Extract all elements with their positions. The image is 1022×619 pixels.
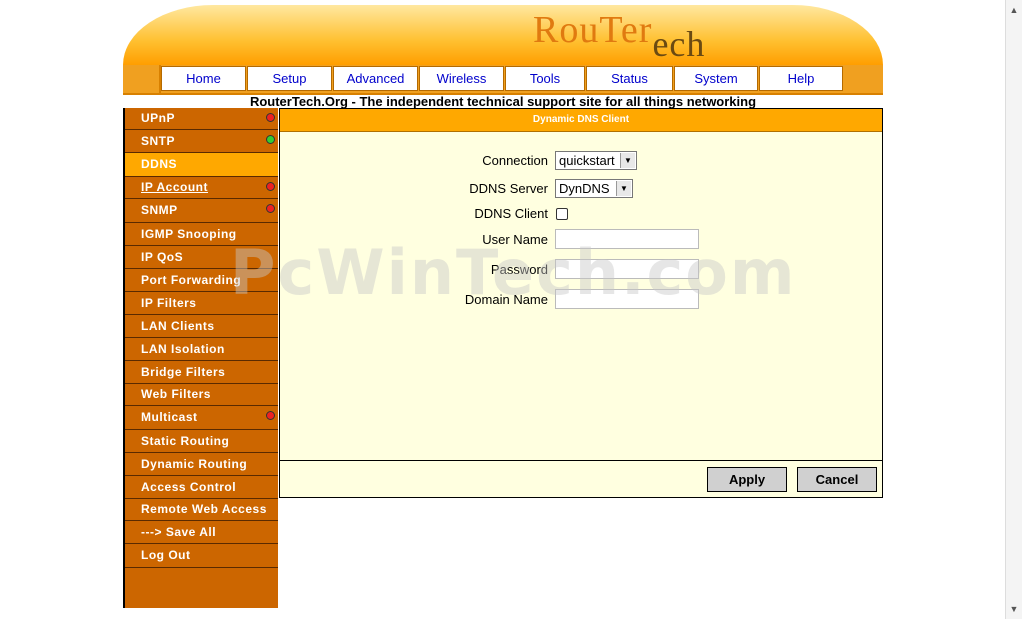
ddns-server-select[interactable]: DynDNS ▼ (555, 179, 633, 198)
sidebar-item-label: Access Control (141, 480, 237, 494)
apply-button[interactable]: Apply (707, 467, 787, 492)
sidebar-item-label: Remote Web Access (141, 502, 267, 516)
header-banner: RouTerech (123, 5, 883, 65)
sidebar-item-static-routing[interactable]: Static Routing (125, 430, 278, 453)
sidebar-item-label: IP Filters (141, 296, 197, 310)
sidebar: UPnP SNTP DDNS IP Account SNMP IGMP Snooping I… (123, 108, 278, 608)
sidebar-item-port-forwarding[interactable]: Port Forwarding (125, 269, 278, 292)
cancel-button[interactable]: Cancel (797, 467, 877, 492)
routertech-logo: RouTerech (533, 9, 705, 62)
logo-text-ech: ech (652, 24, 706, 64)
password-field[interactable] (555, 259, 699, 279)
green-status-dot-icon (266, 135, 275, 144)
sidebar-item-ddns[interactable]: DDNS (125, 153, 278, 177)
panel-title: Dynamic DNS Client (280, 109, 882, 132)
sidebar-item-label: UPnP (141, 111, 176, 125)
sidebar-item-lan-isolation[interactable]: LAN Isolation (125, 338, 278, 361)
sidebar-item-remote-web-access[interactable]: Remote Web Access (125, 499, 278, 521)
sidebar-item-sntp[interactable]: SNTP (125, 130, 278, 153)
tab-status[interactable]: Status (586, 66, 673, 91)
sidebar-item-label: IP QoS (141, 250, 184, 264)
tab-setup[interactable]: Setup (247, 66, 332, 91)
logo-text-ter: Ter (599, 9, 653, 51)
sidebar-item-label: Bridge Filters (141, 365, 226, 379)
sidebar-item-dynamic-routing[interactable]: Dynamic Routing (125, 453, 278, 476)
domain-name-label: Domain Name (464, 292, 548, 307)
sidebar-item-ip-filters[interactable]: IP Filters (125, 292, 278, 315)
sidebar-item-ip-account[interactable]: IP Account (125, 177, 278, 199)
ddns-client-label: DDNS Client (474, 206, 548, 221)
sidebar-item-label: Port Forwarding (141, 273, 242, 287)
sidebar-item-access-control[interactable]: Access Control (125, 476, 278, 499)
sidebar-item-label: DDNS (141, 157, 178, 171)
vertical-scrollbar[interactable]: ▲ ▼ (1005, 0, 1022, 619)
sidebar-item-label: Multicast (141, 410, 198, 424)
sidebar-item-save-all[interactable]: ---> Save All (125, 521, 278, 544)
sidebar-item-upnp[interactable]: UPnP (125, 108, 278, 130)
username-field[interactable] (555, 229, 699, 249)
ddns-server-label: DDNS Server (469, 181, 548, 196)
red-status-dot-icon (266, 204, 275, 213)
sidebar-item-label: Dynamic Routing (141, 457, 248, 471)
sidebar-item-label: IP Account (141, 180, 209, 194)
sidebar-item-label: Static Routing (141, 434, 230, 448)
sidebar-item-label: LAN Isolation (141, 342, 225, 356)
ddns-panel: Dynamic DNS Client Connection quickstart… (279, 108, 883, 498)
tab-home[interactable]: Home (161, 66, 246, 91)
sidebar-item-label: ---> Save All (141, 525, 217, 539)
tab-advanced[interactable]: Advanced (333, 66, 418, 91)
sidebar-item-snmp[interactable]: SNMP (125, 199, 278, 223)
sidebar-item-label: IGMP Snooping (141, 227, 237, 241)
scroll-down-icon[interactable]: ▼ (1008, 602, 1020, 616)
logo-text-rou: Rou (533, 9, 600, 51)
ddns-client-checkbox[interactable] (556, 208, 568, 220)
red-status-dot-icon (266, 182, 275, 191)
sidebar-item-igmp-snooping[interactable]: IGMP Snooping (125, 223, 278, 246)
sidebar-item-label: Web Filters (141, 387, 211, 401)
connection-select-value: quickstart (559, 153, 615, 168)
sidebar-item-label: SNMP (141, 203, 178, 217)
sidebar-item-ip-qos[interactable]: IP QoS (125, 246, 278, 269)
sidebar-item-label: Log Out (141, 548, 191, 562)
connection-label: Connection (482, 153, 548, 168)
sidebar-item-multicast[interactable]: Multicast (125, 406, 278, 430)
connection-select[interactable]: quickstart ▼ (555, 151, 637, 170)
red-status-dot-icon (266, 411, 275, 420)
sidebar-item-label: SNTP (141, 134, 176, 148)
sidebar-item-lan-clients[interactable]: LAN Clients (125, 315, 278, 338)
sidebar-item-bridge-filters[interactable]: Bridge Filters (125, 361, 278, 384)
password-label: Password (490, 262, 548, 277)
top-nav: Home Setup Advanced Wireless Tools Statu… (123, 65, 883, 95)
scroll-up-icon[interactable]: ▲ (1008, 3, 1020, 17)
ddns-server-select-value: DynDNS (559, 181, 610, 196)
sidebar-item-label: LAN Clients (141, 319, 215, 333)
nav-cap-left (123, 65, 161, 93)
button-bar: Apply Cancel (280, 460, 882, 498)
sidebar-item-web-filters[interactable]: Web Filters (125, 384, 278, 406)
username-label: User Name (482, 232, 548, 247)
tab-system[interactable]: System (674, 66, 758, 91)
tab-wireless[interactable]: Wireless (419, 66, 504, 91)
tab-tools[interactable]: Tools (505, 66, 585, 91)
chevron-down-icon: ▼ (616, 181, 631, 196)
chevron-down-icon: ▼ (620, 153, 635, 168)
sidebar-item-log-out[interactable]: Log Out (125, 544, 278, 568)
domain-name-field[interactable] (555, 289, 699, 309)
site-tagline: RouterTech.Org - The independent technic… (249, 94, 757, 109)
red-status-dot-icon (266, 113, 275, 122)
tab-help[interactable]: Help (759, 66, 843, 91)
